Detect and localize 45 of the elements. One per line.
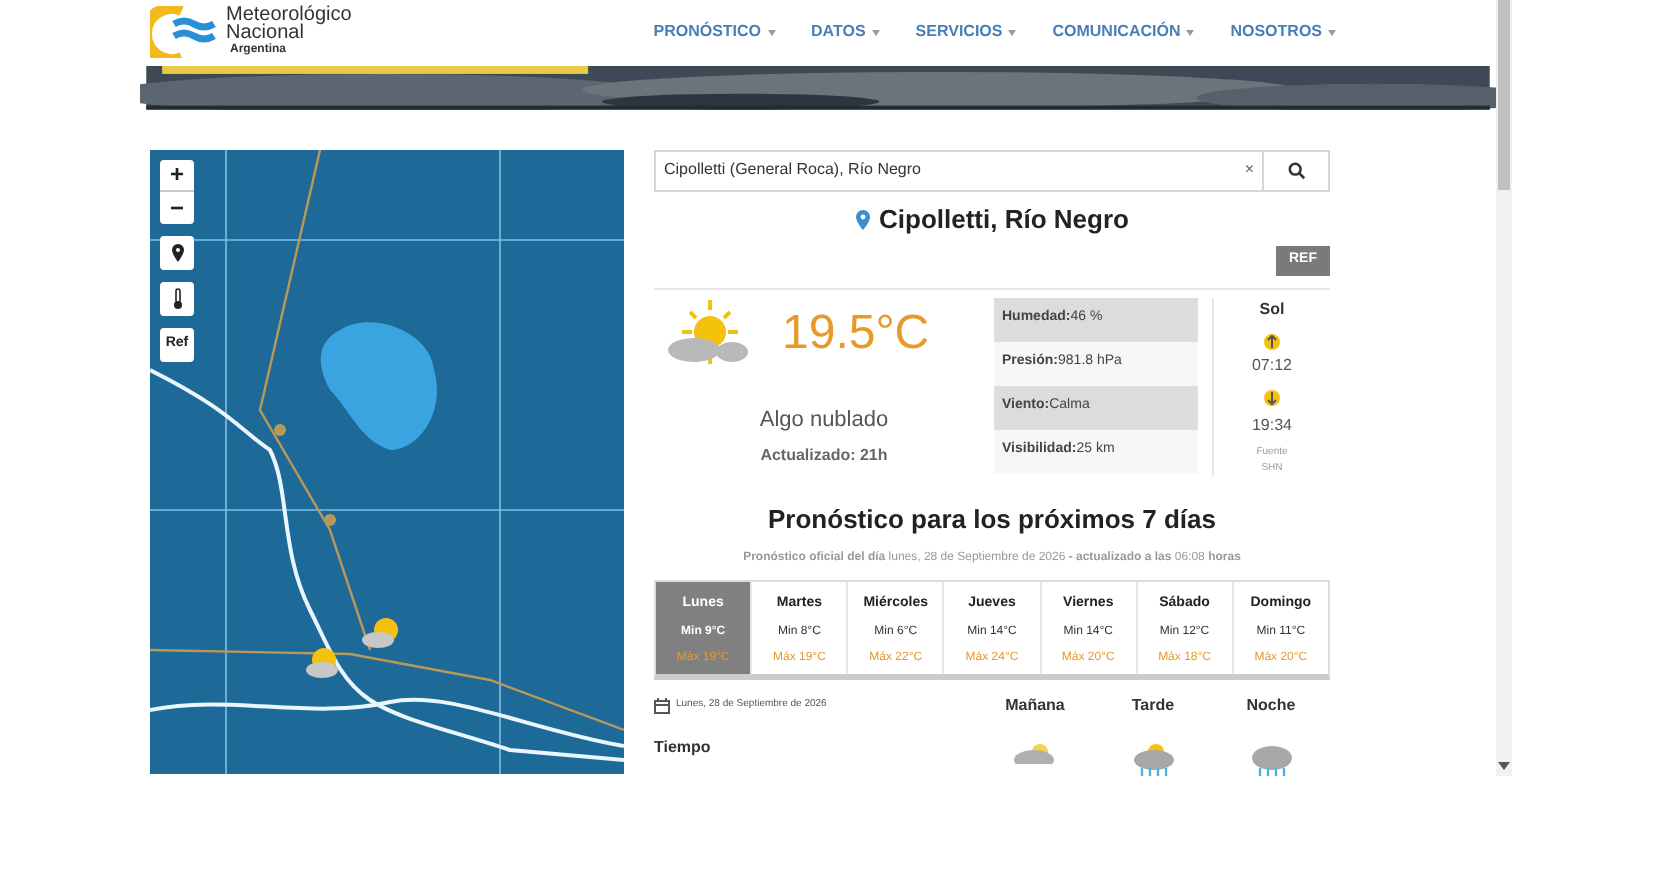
rain-cloud-icon <box>1249 744 1293 776</box>
sunrise-icon <box>1262 329 1282 349</box>
caret-icon <box>767 29 776 36</box>
location-pin-button[interactable] <box>160 235 194 269</box>
scrollbar[interactable] <box>1496 0 1512 776</box>
caret-icon <box>871 29 880 36</box>
condition-text: Algo nublado <box>759 405 889 435</box>
logo-text: Meteorológico <box>226 5 352 24</box>
nav-link[interactable]: NOSOTROS <box>1230 20 1336 45</box>
forecast-heading: Pronóstico para los próximos 7 días <box>766 501 1218 538</box>
period-heading: Mañana <box>1003 694 1067 718</box>
search-icon <box>1287 161 1305 179</box>
caret-icon <box>1328 29 1336 36</box>
nav-link[interactable]: COMUNICACIÓN <box>1052 20 1195 45</box>
logo-text: Nacional <box>226 23 304 42</box>
sun-heading: Sol <box>1259 297 1285 321</box>
sunset-time: 19:34 <box>1251 413 1293 437</box>
nav-link[interactable]: DATOS <box>811 20 880 45</box>
caret-icon <box>1186 29 1195 36</box>
rain-cloud-icon <box>1131 744 1175 776</box>
location-pin-icon <box>171 243 183 261</box>
location-pin-icon <box>855 209 870 229</box>
caret-icon <box>1008 29 1017 36</box>
search-button[interactable] <box>1264 149 1330 191</box>
location-title: Cipolletti, Río Negro <box>879 201 1129 238</box>
logo-icon <box>150 6 218 59</box>
temperature-value: 19.5°C <box>782 303 930 363</box>
period-heading: Noche <box>1244 694 1298 718</box>
thermometer-button[interactable] <box>160 281 194 315</box>
partly-cloudy-icon <box>666 298 750 368</box>
sunset-icon <box>1262 389 1282 409</box>
thermometer-icon <box>171 287 183 309</box>
nav-link[interactable]: SERVICIOS <box>915 20 1017 45</box>
search-field[interactable]: Cipolletti (General Roca), Río Negro × <box>654 149 1264 191</box>
cloud-icon <box>1013 744 1057 764</box>
scroll-down-icon[interactable] <box>1498 762 1510 770</box>
row-label: Tiempo <box>654 736 713 760</box>
updated-text: Actualizado: 21h <box>760 444 888 468</box>
calendar-icon <box>654 698 670 714</box>
zoom-in-button[interactable]: + <box>160 159 194 191</box>
clear-button[interactable]: × <box>1244 158 1254 182</box>
sunrise-time: 07:12 <box>1251 353 1293 377</box>
period-heading: Tarde <box>1129 694 1177 718</box>
nav-link[interactable]: PRONÓSTICO <box>653 20 776 45</box>
zoom-out-button[interactable]: − <box>160 191 194 223</box>
